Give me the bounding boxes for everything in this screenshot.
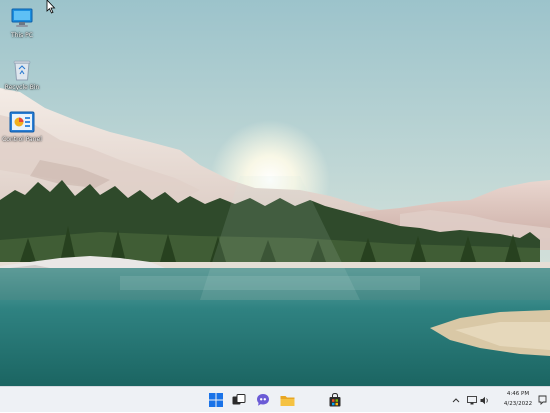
control-panel-icon [9, 110, 35, 134]
recycle-bin-label: Recycle Bin [4, 84, 40, 91]
wallpaper [0, 0, 550, 386]
volume-icon [480, 396, 488, 404]
this-pc-desktop-icon[interactable]: This PC [0, 6, 44, 39]
start-button[interactable] [206, 390, 226, 410]
store-icon [329, 393, 341, 407]
chat-icon [257, 394, 269, 406]
clock-time: 4:46 PM [506, 391, 530, 397]
control-panel-desktop-icon[interactable]: Control Panel [0, 110, 44, 143]
notification-button[interactable] [536, 387, 548, 413]
recycle-bin-desktop-icon[interactable]: Recycle Bin [0, 58, 44, 91]
clock-date: 4/23/2022 [503, 401, 533, 407]
network-icon [466, 395, 477, 404]
recycle-bin-icon [9, 58, 35, 82]
this-pc-label: This PC [11, 32, 33, 39]
file-explorer-button[interactable] [277, 390, 297, 410]
this-pc-icon [9, 6, 35, 30]
chat-button[interactable] [253, 390, 273, 410]
control-panel-label: Control Panel [2, 136, 42, 143]
network-button[interactable] [465, 387, 478, 413]
task-view-button[interactable] [229, 390, 249, 410]
notification-icon [538, 395, 546, 405]
clock[interactable]: 4:46 PM 4/23/2022 [500, 389, 536, 409]
show-hidden-icons-button[interactable] [450, 387, 462, 413]
store-button[interactable] [325, 390, 345, 410]
taskbar: 4:46 PM 4/23/2022 [0, 386, 550, 412]
chevron-up-icon [452, 398, 460, 403]
file-explorer-icon [280, 395, 294, 406]
volume-button[interactable] [479, 387, 491, 413]
mouse-cursor-icon [46, 0, 56, 14]
desktop[interactable]: This PC Recycle Bin Control Panel [0, 0, 550, 386]
task-view-icon [232, 394, 246, 405]
start-icon [209, 393, 223, 407]
